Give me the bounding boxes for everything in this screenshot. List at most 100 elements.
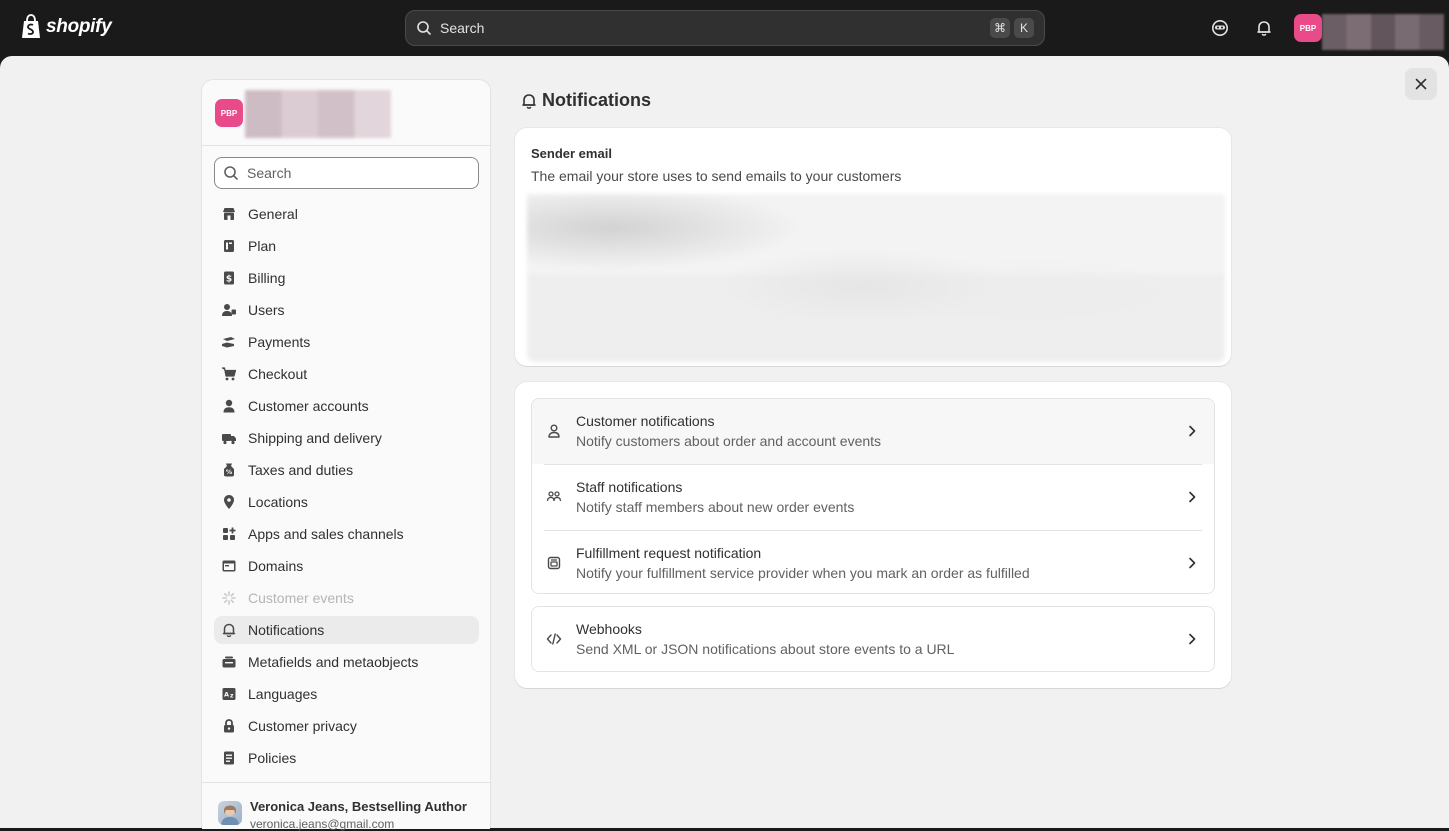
command-key: ⌘ xyxy=(990,18,1010,38)
notification-categories-card: Customer notifications Notify customers … xyxy=(515,382,1231,688)
row-title: Fulfillment request notification xyxy=(576,545,762,561)
domains-icon xyxy=(221,558,237,574)
sidebar-item-label: Checkout xyxy=(248,366,308,382)
settings-sidebar: PBP General Plan $ Billing Users Payment… xyxy=(201,79,491,831)
sidebar-item-billing[interactable]: $ Billing xyxy=(214,264,479,292)
sidebar-item-label: Plan xyxy=(248,238,277,254)
chevron-right-icon xyxy=(1189,491,1196,503)
truck-icon xyxy=(221,430,237,446)
page-title: Notifications xyxy=(520,90,651,111)
settings-search-input[interactable] xyxy=(247,165,470,181)
person-icon xyxy=(546,423,562,439)
cart-icon xyxy=(221,366,237,382)
top-bar: shopify Search ⌘ K PBP xyxy=(0,0,1449,56)
close-settings-button[interactable] xyxy=(1405,68,1437,100)
shopify-logo[interactable]: shopify xyxy=(20,14,112,40)
webhooks-row[interactable]: Webhooks Send XML or JSON notifications … xyxy=(532,607,1214,671)
k-key: K xyxy=(1014,18,1034,38)
sidebar-item-apps[interactable]: Apps and sales channels xyxy=(214,520,479,548)
sidebar-item-customer-privacy[interactable]: Customer privacy xyxy=(214,712,479,740)
sidebar-item-label: Customer events xyxy=(248,590,354,606)
plan-icon xyxy=(221,238,237,254)
avatar xyxy=(218,801,242,825)
sidebar-item-languages[interactable]: Az Languages xyxy=(214,680,479,708)
sidebar-item-label: Shipping and delivery xyxy=(248,430,382,446)
notifications-button[interactable] xyxy=(1252,16,1276,40)
lock-icon xyxy=(221,718,237,734)
chevron-right-icon xyxy=(1189,633,1196,645)
billing-icon: $ xyxy=(221,270,237,286)
sidebar-item-label: Apps and sales channels xyxy=(248,526,404,542)
languages-icon: Az xyxy=(221,686,237,702)
bell-icon xyxy=(522,93,536,109)
row-title: Customer notifications xyxy=(576,413,715,429)
sidebar-item-customer-events[interactable]: Customer events xyxy=(214,584,479,612)
sidebar-item-users[interactable]: Users xyxy=(214,296,479,324)
global-search-bar[interactable]: Search ⌘ K xyxy=(405,10,1045,46)
settings-search[interactable] xyxy=(214,157,479,189)
apps-icon xyxy=(221,526,237,542)
close-icon xyxy=(1415,78,1427,90)
sidebar-item-taxes[interactable]: % Taxes and duties xyxy=(214,456,479,484)
sidebar-item-label: Domains xyxy=(248,558,304,574)
logo-text: shopify xyxy=(46,16,112,37)
user-profile[interactable]: Veronica Jeans, Bestselling Author veron… xyxy=(202,782,490,831)
sidebar-item-label: Payments xyxy=(248,334,311,350)
fulfillment-request-row[interactable]: Fulfillment request notification Notify … xyxy=(532,531,1214,593)
sidebar-item-label: Locations xyxy=(248,494,308,510)
sender-email-card: Sender email The email your store uses t… xyxy=(515,128,1231,366)
row-title: Staff notifications xyxy=(576,479,683,495)
webhooks-group: Webhooks Send XML or JSON notifications … xyxy=(531,606,1215,672)
sidebar-item-label: Policies xyxy=(248,750,297,766)
customer-notifications-row[interactable]: Customer notifications Notify customers … xyxy=(532,399,1214,464)
sidebar-item-label: General xyxy=(248,206,298,222)
code-icon xyxy=(546,631,562,647)
search-icon xyxy=(417,21,431,35)
sidebar-item-customer-accounts[interactable]: Customer accounts xyxy=(214,392,479,420)
search-icon xyxy=(224,166,238,180)
sidebar-item-metafields[interactable]: Metafields and metaobjects xyxy=(214,648,479,676)
sidebar-item-label: Users xyxy=(248,302,285,318)
sidebar-item-checkout[interactable]: Checkout xyxy=(214,360,479,388)
person-icon xyxy=(221,398,237,414)
svg-text:A: A xyxy=(224,691,229,699)
row-description: Send XML or JSON notifications about sto… xyxy=(576,641,955,657)
sidebar-item-label: Languages xyxy=(248,686,318,702)
sidebar-item-locations[interactable]: Locations xyxy=(214,488,479,516)
shopify-bag-icon xyxy=(22,14,40,38)
tax-icon: % xyxy=(221,462,237,478)
sidebar-item-payments[interactable]: Payments xyxy=(214,328,479,356)
user-email: veronica.jeans@gmail.com xyxy=(250,817,395,831)
sidebar-item-shipping[interactable]: Shipping and delivery xyxy=(214,424,479,452)
sidekick-button[interactable] xyxy=(1208,16,1232,40)
row-description: Notify customers about order and account… xyxy=(576,433,882,449)
sidebar-item-plan[interactable]: Plan xyxy=(214,232,479,260)
sidekick-icon xyxy=(1212,20,1228,36)
location-icon xyxy=(221,494,237,510)
store-avatar[interactable]: PBP xyxy=(1294,14,1322,42)
staff-notifications-row[interactable]: Staff notifications Notify staff members… xyxy=(532,465,1214,530)
store-header[interactable]: PBP xyxy=(202,80,490,146)
sidebar-item-policies[interactable]: Policies xyxy=(214,744,479,772)
staff-icon xyxy=(546,489,562,505)
sidebar-item-label: Notifications xyxy=(248,622,325,638)
fulfillment-icon xyxy=(546,555,562,571)
sidebar-item-notifications[interactable]: Notifications xyxy=(214,616,479,644)
payments-icon xyxy=(221,334,237,350)
row-description: Notify staff members about new order eve… xyxy=(576,499,855,515)
sidebar-item-label: Customer accounts xyxy=(248,398,369,414)
sidebar-item-label: Billing xyxy=(248,270,286,286)
sidebar-item-domains[interactable]: Domains xyxy=(214,552,479,580)
chevron-right-icon xyxy=(1189,557,1196,569)
sidebar-item-label: Customer privacy xyxy=(248,718,357,734)
sidebar-item-label: Taxes and duties xyxy=(248,462,354,478)
sidebar-item-label: Metafields and metaobjects xyxy=(248,654,419,670)
global-search-placeholder: Search xyxy=(440,20,485,36)
blurred-store-name[interactable] xyxy=(1322,14,1444,50)
blurred-store-info xyxy=(245,90,391,138)
settings-nav: General Plan $ Billing Users Payments Ch… xyxy=(214,200,479,776)
user-name: Veronica Jeans, Bestselling Author xyxy=(250,799,467,814)
blurred-sender-email[interactable] xyxy=(527,194,1225,362)
notification-list: Customer notifications Notify customers … xyxy=(531,398,1215,594)
sidebar-item-general[interactable]: General xyxy=(214,200,479,228)
